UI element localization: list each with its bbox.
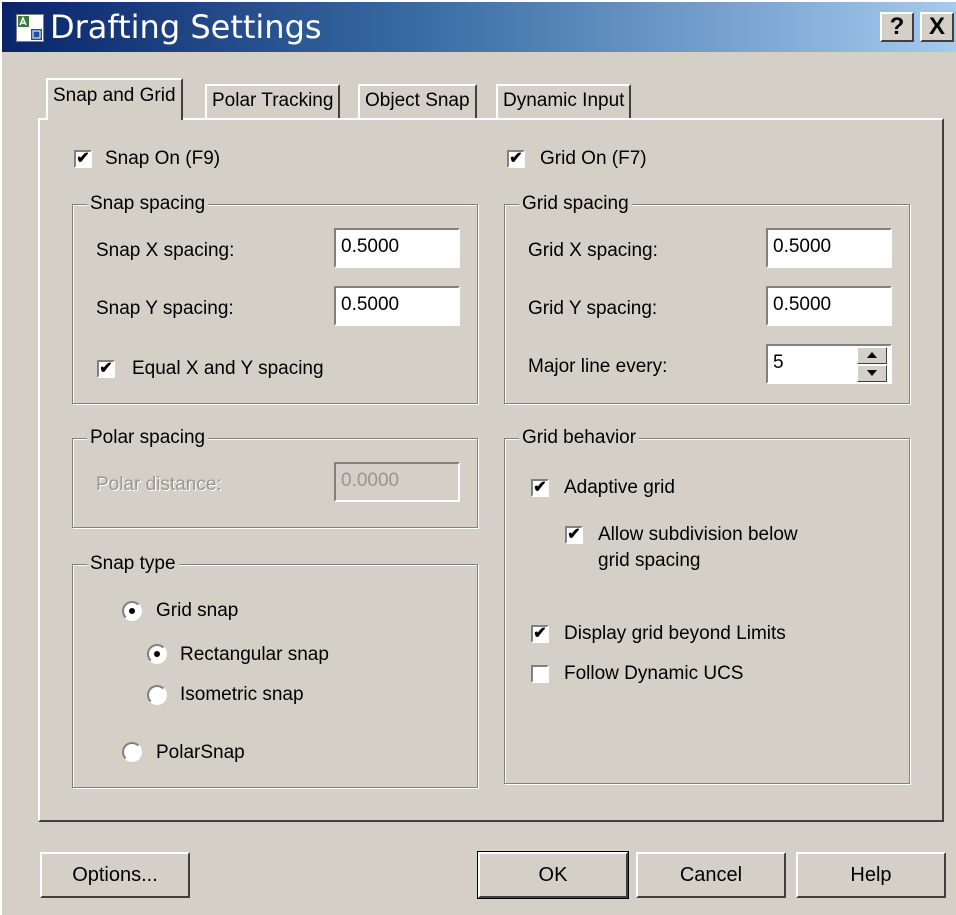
grid-y-label: Grid Y spacing: xyxy=(528,298,658,319)
snap-on-label: Snap On (F9) xyxy=(105,148,221,169)
grid-x-label: Grid X spacing: xyxy=(528,240,658,261)
spin-up-button[interactable] xyxy=(857,347,887,364)
major-line-label: Major line every: xyxy=(528,356,668,377)
app-icon xyxy=(16,14,44,42)
dialog-title: Drafting Settings xyxy=(50,8,322,46)
polar-distance-label: Polar distance: xyxy=(96,474,222,495)
follow-dynamic-ucs-checkbox[interactable] xyxy=(531,665,549,683)
help-title-button[interactable]: ? xyxy=(880,12,914,42)
polarsnap-radio[interactable] xyxy=(122,742,142,762)
polarsnap-label: PolarSnap xyxy=(156,742,245,763)
equal-spacing-label: Equal X and Y spacing xyxy=(132,358,324,379)
cancel-button[interactable]: Cancel xyxy=(636,852,786,898)
allow-subdivision-checkbox[interactable]: ✔ xyxy=(565,526,583,544)
tab-object-snap[interactable]: Object Snap xyxy=(358,84,477,118)
rectangular-snap-radio[interactable] xyxy=(147,644,167,664)
snap-spacing-legend: Snap spacing xyxy=(87,193,209,215)
isometric-snap-label: Isometric snap xyxy=(180,684,304,705)
grid-behavior-legend: Grid behavior xyxy=(519,427,640,449)
polar-spacing-legend: Polar spacing xyxy=(87,427,209,449)
adaptive-grid-checkbox[interactable]: ✔ xyxy=(531,479,549,497)
snap-x-input[interactable]: 0.5000 xyxy=(334,228,460,268)
grid-y-input[interactable]: 0.5000 xyxy=(766,286,892,326)
allow-subdivision-label-line2: grid spacing xyxy=(598,550,701,571)
title-bar[interactable]: Drafting Settings ? X xyxy=(2,2,956,52)
snap-type-legend: Snap type xyxy=(87,553,179,575)
display-beyond-limits-checkbox[interactable]: ✔ xyxy=(531,625,549,643)
allow-subdivision-label: Allow subdivision below xyxy=(598,524,798,545)
grid-on-label: Grid On (F7) xyxy=(540,148,647,169)
snap-y-input[interactable]: 0.5000 xyxy=(334,286,460,326)
tab-dynamic-input[interactable]: Dynamic Input xyxy=(496,84,632,118)
equal-spacing-checkbox[interactable]: ✔ xyxy=(97,360,115,378)
spin-down-button[interactable] xyxy=(857,365,887,382)
grid-on-checkbox[interactable]: ✔ xyxy=(507,150,525,168)
grid-snap-label: Grid snap xyxy=(156,600,239,621)
help-button[interactable]: Help xyxy=(796,852,946,898)
polar-distance-input[interactable]: 0.0000 xyxy=(334,462,460,502)
snap-on-checkbox[interactable]: ✔ xyxy=(74,150,92,168)
grid-x-input[interactable]: 0.5000 xyxy=(766,228,892,268)
snap-y-label: Snap Y spacing: xyxy=(96,298,234,319)
adaptive-grid-label: Adaptive grid xyxy=(564,477,675,498)
isometric-snap-radio[interactable] xyxy=(147,685,167,705)
close-title-button[interactable]: X xyxy=(920,12,954,42)
grid-snap-radio[interactable] xyxy=(122,601,142,621)
options-button[interactable]: Options... xyxy=(40,852,190,898)
rectangular-snap-label: Rectangular snap xyxy=(180,644,329,665)
drafting-settings-dialog: Drafting Settings ? X Snap and Grid Pola… xyxy=(0,0,956,915)
snap-x-label: Snap X spacing: xyxy=(96,240,235,261)
follow-dynamic-ucs-label: Follow Dynamic UCS xyxy=(564,663,744,684)
grid-spacing-legend: Grid spacing xyxy=(519,193,632,215)
tab-polar-tracking[interactable]: Polar Tracking xyxy=(205,84,341,118)
tab-snap-and-grid[interactable]: Snap and Grid xyxy=(46,78,183,120)
ok-button[interactable]: OK xyxy=(477,851,629,899)
display-beyond-limits-label: Display grid beyond Limits xyxy=(564,623,786,644)
